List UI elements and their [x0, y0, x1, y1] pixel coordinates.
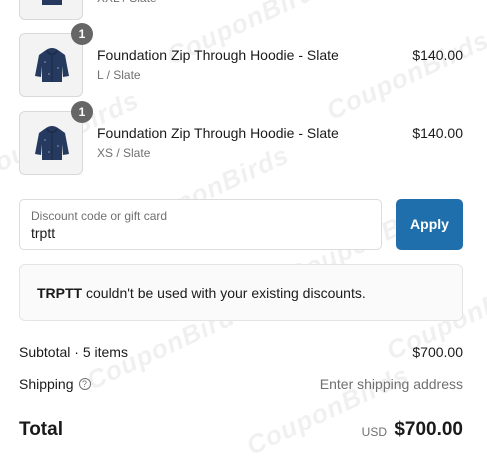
- list-item: 1 Foundation Zip Through Hoodie - Slate …: [19, 101, 463, 175]
- discount-field-value[interactable]: trptt: [31, 225, 55, 241]
- total-value: $700.00: [394, 419, 463, 440]
- product-thumbnail: [19, 0, 83, 20]
- subtotal-label: Subtotal · 5 items: [19, 344, 128, 360]
- item-title: Foundation Zip Through Hoodie - Slate: [97, 47, 339, 63]
- watermark: CouponBirds: [241, 359, 414, 461]
- item-variant: XS / Slate: [97, 146, 151, 160]
- subtotal-value: $700.00: [412, 344, 463, 360]
- total-label: Total: [19, 419, 63, 440]
- list-item: 1 Foundation Zip Through Hoodie - Slate …: [19, 23, 463, 97]
- error-message: TRPTT couldn't be used with your existin…: [37, 285, 366, 301]
- shipping-value: Enter shipping address: [319, 376, 463, 392]
- question-circle-icon[interactable]: ?: [78, 378, 91, 391]
- total-currency: USD: [361, 425, 387, 439]
- apply-button[interactable]: Apply: [396, 199, 463, 250]
- product-thumbnail: 1: [19, 23, 93, 97]
- item-title: Foundation Zip Through Hoodie - Slate: [97, 125, 339, 141]
- error-code: TRPTT: [37, 285, 83, 301]
- item-price: $140.00: [412, 47, 463, 63]
- item-price: $140.00: [412, 125, 463, 141]
- item-variant: L / Slate: [97, 68, 141, 82]
- hoodie-icon: [35, 48, 69, 82]
- hoodie-icon: [35, 126, 69, 160]
- discount-code-input[interactable]: Discount code or gift card trptt: [19, 199, 382, 250]
- discount-field-label: Discount code or gift card: [31, 209, 168, 223]
- error-message-text: couldn't be used with your existing disc…: [82, 285, 366, 301]
- item-variant: XXL / Slate: [97, 0, 157, 5]
- shipping-label-row: Shipping?: [19, 376, 91, 392]
- hoodie-icon: [41, 0, 63, 5]
- shipping-label: Shipping: [19, 376, 74, 392]
- product-thumbnail: 1: [19, 101, 93, 175]
- quantity-badge: 1: [71, 23, 93, 45]
- discount-error-notice: TRPTT couldn't be used with your existin…: [19, 264, 463, 321]
- quantity-badge: 1: [71, 101, 93, 123]
